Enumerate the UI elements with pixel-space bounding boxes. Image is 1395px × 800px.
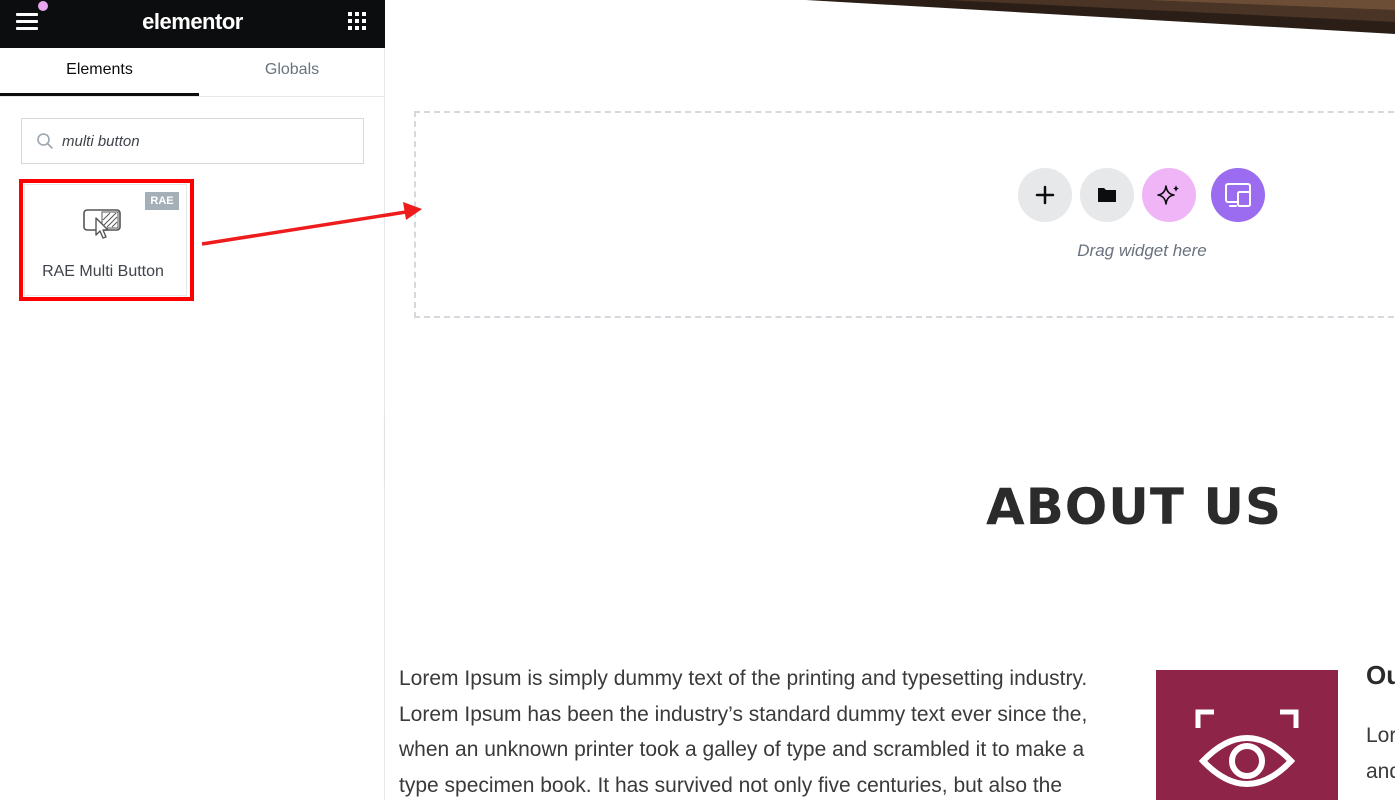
responsive-icon <box>1211 168 1265 222</box>
search-icon <box>37 133 53 149</box>
ai-generate-button[interactable] <box>1141 167 1197 223</box>
page-preview: Drag widget here ABOUT US Lorem Ipsum is… <box>386 0 1395 800</box>
hamburger-menu-button[interactable] <box>12 8 44 40</box>
about-paragraph: Lorem Ipsum is simply dummy text of the … <box>399 661 1144 800</box>
widget-search <box>21 118 364 164</box>
responsive-mode-button[interactable] <box>1210 167 1266 223</box>
apps-grid-icon[interactable] <box>346 10 370 34</box>
side-feature-line: and <box>1366 760 1395 783</box>
plus-icon <box>1018 168 1072 222</box>
hero-image-edge <box>806 0 1395 34</box>
vision-feature-box <box>1156 670 1338 800</box>
elementor-editor: elementor Elements Globals RAE <box>0 0 1395 800</box>
folder-icon <box>1080 168 1134 222</box>
template-library-button[interactable] <box>1079 167 1135 223</box>
editor-panel: elementor Elements Globals RAE <box>0 0 385 800</box>
paragraph-line: when an unknown printer took a galley of… <box>399 738 1085 761</box>
paragraph-line: Lorem Ipsum is simply dummy text of the … <box>399 667 1088 690</box>
paragraph-line: Lorem Ipsum has been the industry’s stan… <box>399 702 1088 726</box>
tab-elements[interactable]: Elements <box>0 48 199 96</box>
about-heading: ABOUT US <box>986 478 1283 536</box>
notification-dot <box>38 1 48 11</box>
eye-icon <box>1195 709 1299 787</box>
tab-globals[interactable]: Globals <box>192 48 392 96</box>
side-feature-title: Ou <box>1366 660 1395 690</box>
side-feature-line: Lor <box>1366 724 1395 747</box>
widget-label: RAE Multi Button <box>42 263 164 280</box>
elementor-logo: elementor <box>142 9 243 34</box>
add-section-button[interactable] <box>1017 167 1073 223</box>
panel-topbar: elementor <box>0 0 385 48</box>
sparkles-icon <box>1142 168 1196 222</box>
multi-button-icon <box>83 209 121 239</box>
panel-tabs: Elements Globals <box>0 48 385 97</box>
widget-badge: RAE <box>145 192 179 210</box>
paragraph-line: type specimen book. It has survived not … <box>399 773 1063 797</box>
search-input[interactable] <box>62 130 352 152</box>
drag-widget-hint: Drag widget here <box>1077 241 1207 260</box>
